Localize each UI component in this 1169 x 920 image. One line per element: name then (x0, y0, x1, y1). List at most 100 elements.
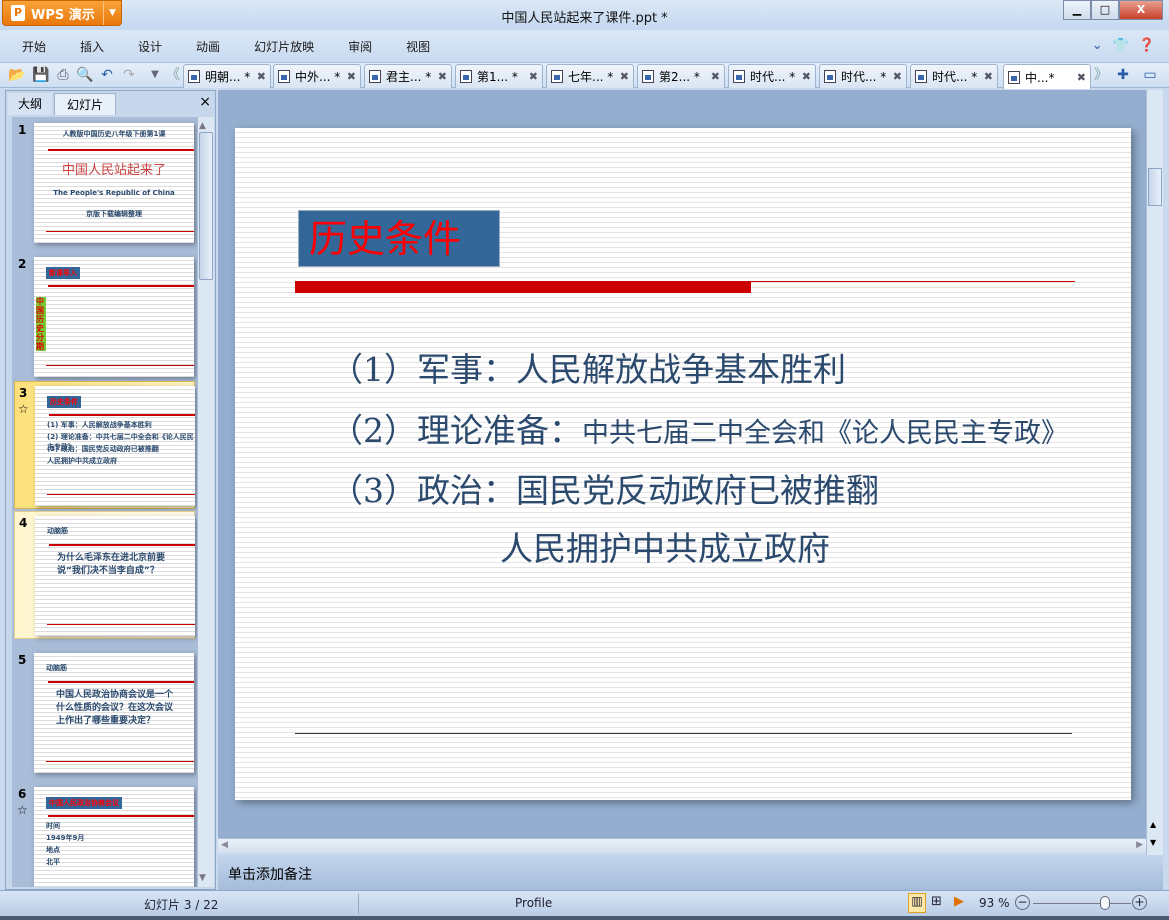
close-tab-icon[interactable]: ✖ (257, 70, 266, 83)
skin-icon[interactable]: 👕 (1113, 38, 1129, 53)
thumbnail-text: 中国人民政治协商会议是一个什么性质的会议？在这次会议上作出了哪些重要决定？ (56, 690, 174, 726)
next-slide-icon[interactable]: ▼ (1150, 838, 1156, 847)
doc-tab-label: 中外... * (295, 70, 341, 84)
tabs-right-icon[interactable]: 》 (1092, 66, 1110, 84)
help-icon[interactable]: ❓ (1139, 38, 1155, 53)
slide-thumbnail-3[interactable]: 3 ☆ 历史条件 (1) 军事：人民解放战争基本胜利 (2) 理论准备：中共七届二中… (14, 381, 195, 509)
open-icon[interactable]: 📂 (8, 66, 26, 84)
doc-tab[interactable]: 明朝... * ✖ (183, 64, 271, 88)
menu-insert[interactable]: 插入 (80, 38, 104, 55)
doc-tab[interactable]: 时代... * ✖ (910, 64, 998, 88)
normal-view-icon[interactable]: ▥ (908, 893, 926, 913)
slide-thumbnail-5[interactable]: 5 动脑筋 中国人民政治协商会议是一个什么性质的会议？在这次会议上作出了哪些重要决… (14, 649, 195, 777)
animation-star-icon: ☆ (18, 402, 29, 416)
close-tab-icon[interactable]: ✖ (802, 70, 811, 83)
zoom-level: 93 % (979, 896, 1010, 910)
collapse-ribbon-icon[interactable]: ⌄ (1092, 38, 1103, 53)
thumbnail-preview[interactable]: 动脑筋 为什么毛泽东在进北京前要说“我们决不当李自成”？ (35, 516, 195, 636)
editor-vertical-scrollbar[interactable]: ▲ ▼ (1146, 90, 1163, 855)
undo-icon[interactable]: ↶ (98, 66, 116, 84)
close-tab-icon[interactable]: ✖ (347, 70, 356, 83)
slide-thumbnail-4[interactable]: 4 动脑筋 为什么毛泽东在进北京前要说“我们决不当李自成”？ (14, 511, 195, 639)
slide-thumbnail-1[interactable]: 1 人教版中国历史八年级下册第1课 中国人民站起来了 The People's Re… (14, 119, 195, 247)
thumbnail-preview[interactable]: 新课导入 中国历史分期 (34, 257, 194, 377)
slide-title[interactable]: 历史条件 (298, 210, 500, 267)
close-tab-icon[interactable]: ✖ (984, 70, 993, 83)
thumbnail-preview[interactable]: 动脑筋 中国人民政治协商会议是一个什么性质的会议？在这次会议上作出了哪些重要决定？ (34, 653, 194, 773)
window-title: 中国人民站起来了课件.ppt * (501, 11, 668, 26)
window-border (0, 916, 1169, 920)
scroll-down-icon[interactable]: ▼ (199, 873, 206, 883)
scroll-thumb[interactable] (1148, 168, 1162, 206)
zoom-slider[interactable] (1033, 903, 1131, 904)
slide-canvas[interactable]: 历史条件 （1）军事：人民解放战争基本胜利 （2）理论准备：中共七届二中全会和《… (235, 128, 1131, 800)
maximize-button[interactable]: □ (1091, 0, 1119, 20)
close-button[interactable]: X (1119, 0, 1163, 20)
doc-tab[interactable]: 中外... * ✖ (273, 64, 361, 88)
zoom-out-button[interactable]: − (1015, 895, 1030, 910)
close-tab-icon[interactable]: ✖ (438, 70, 447, 83)
thumbnail-preview[interactable]: 中国人民政治协商会议 时间 1949年9月 地点 北平 (34, 787, 194, 887)
slide-thumbnail-6[interactable]: 6 ☆ 中国人民政治协商会议 时间 1949年9月 地点 北平 (14, 783, 195, 887)
thumbnail-preview[interactable]: 历史条件 (1) 军事：人民解放战争基本胜利 (2) 理论准备：中共七届二中全会和《… (35, 386, 195, 506)
doc-tab[interactable]: 时代... * ✖ (819, 64, 907, 88)
doc-tab-label: 时代... * (750, 70, 796, 84)
slide-thumbnail-2[interactable]: 2 新课导入 中国历史分期 (14, 253, 195, 381)
slideshow-icon[interactable]: ▶ (954, 894, 964, 909)
bullet-2[interactable]: （2）理论准备：中共七届二中全会和《论人民民主专政》 (330, 404, 1068, 452)
new-tab-icon[interactable]: ✚ (1114, 66, 1132, 84)
doc-tab[interactable]: 第1... * ✖ (455, 64, 543, 88)
save-icon[interactable]: 💾 (32, 66, 50, 84)
menu-animation[interactable]: 动画 (196, 38, 220, 55)
close-tab-icon[interactable]: ✖ (711, 70, 720, 83)
thumbnail-text: 中国人民站起来了 (61, 163, 166, 178)
tabs-left-icon[interactable]: 《 (164, 66, 182, 84)
scroll-thumb[interactable] (199, 132, 213, 280)
doc-tab[interactable]: 时代... * ✖ (728, 64, 816, 88)
print-icon[interactable]: ⎙ (54, 66, 72, 84)
editor-horizontal-scrollbar[interactable]: ◀ ▶ (218, 838, 1146, 853)
zoom-slider-handle[interactable] (1099, 896, 1110, 910)
ppt-file-icon (460, 70, 472, 83)
thumbnail-text: 时间 (46, 822, 60, 830)
bullet-4[interactable]: 人民拥护中共成立政府 (500, 522, 830, 570)
tab-outline[interactable]: 大纲 (8, 93, 52, 115)
ppt-file-icon (1008, 70, 1020, 84)
title-underline-rule (295, 281, 1075, 282)
doc-tab-label: 第2... * (659, 70, 700, 84)
customize-icon[interactable]: ▼ (146, 66, 164, 84)
scroll-right-icon[interactable]: ▶ (1136, 840, 1143, 850)
close-tab-icon[interactable]: ✖ (1077, 71, 1086, 84)
thumbnail-preview[interactable]: 人教版中国历史八年级下册第1课 中国人民站起来了 The People's Repu… (34, 123, 194, 243)
menu-start[interactable]: 开始 (22, 38, 46, 55)
bullet-3[interactable]: （3）政治：国民党反动政府已被推翻 (330, 464, 879, 512)
close-tab-icon[interactable]: ✖ (893, 70, 902, 83)
menu-slideshow[interactable]: 幻灯片放映 (254, 38, 314, 55)
ppt-file-icon (278, 70, 290, 83)
close-tab-icon[interactable]: ✖ (620, 70, 629, 83)
scroll-up-icon[interactable]: ▲ (199, 121, 206, 131)
menu-review[interactable]: 审阅 (348, 38, 372, 55)
zoom-in-button[interactable]: + (1132, 895, 1147, 910)
menu-view[interactable]: 视图 (406, 38, 430, 55)
close-panel-icon[interactable]: × (199, 94, 211, 110)
doc-tab[interactable]: 中...* ✖ (1003, 64, 1091, 89)
tab-list-icon[interactable]: ▭ (1141, 66, 1159, 84)
minimize-button[interactable]: ▁ (1063, 0, 1091, 20)
close-tab-icon[interactable]: ✖ (529, 70, 538, 83)
doc-tab[interactable]: 君主... * ✖ (364, 64, 452, 88)
scroll-left-icon[interactable]: ◀ (221, 840, 228, 850)
print-preview-icon[interactable]: 🔍 (76, 66, 94, 84)
prev-slide-icon[interactable]: ▲ (1150, 820, 1156, 829)
thumbnail-scrollbar[interactable]: ▲ ▼ (197, 117, 214, 887)
slide-sorter-icon[interactable]: ⊞ (931, 894, 942, 909)
thumbnail-text: (3) 政治：国民党反动政府已被推翻 (47, 445, 159, 453)
doc-tab-label: 时代... * (841, 70, 887, 84)
doc-tab[interactable]: 第2... * ✖ (637, 64, 725, 88)
doc-tab[interactable]: 七年... * ✖ (546, 64, 634, 88)
redo-icon[interactable]: ↷ (120, 66, 138, 84)
menu-design[interactable]: 设计 (138, 38, 162, 55)
tab-slides[interactable]: 幻灯片 (54, 93, 116, 115)
bullet-1[interactable]: （1）军事：人民解放战争基本胜利 (330, 343, 846, 391)
notes-pane[interactable]: 单击添加备注 (218, 855, 1163, 890)
